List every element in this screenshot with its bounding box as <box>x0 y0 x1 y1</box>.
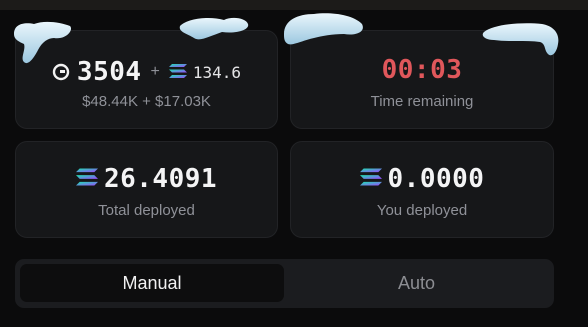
solana-icon <box>75 168 98 190</box>
you-deployed-label: You deployed <box>376 202 468 219</box>
tab-auto[interactable]: Auto <box>284 264 549 302</box>
top-strip <box>0 0 588 10</box>
total-deployed-value: 26.4091 <box>103 164 218 194</box>
total-deployed-label: Total deployed <box>98 202 195 219</box>
snow-cap-left <box>14 17 249 64</box>
solana-icon <box>359 168 382 190</box>
mode-toggle: Manual Auto <box>15 259 554 308</box>
you-deployed-value: 0.0000 <box>387 164 485 194</box>
snow-cap-right <box>284 13 559 56</box>
total-deployed-card: 26.4091 Total deployed <box>15 141 278 238</box>
usd-values: $48.44K + $17.03K <box>82 93 211 110</box>
tab-manual[interactable]: Manual <box>20 264 284 302</box>
you-deployed-card: 0.0000 You deployed <box>290 141 554 238</box>
time-remaining-label: Time remaining <box>370 93 474 110</box>
